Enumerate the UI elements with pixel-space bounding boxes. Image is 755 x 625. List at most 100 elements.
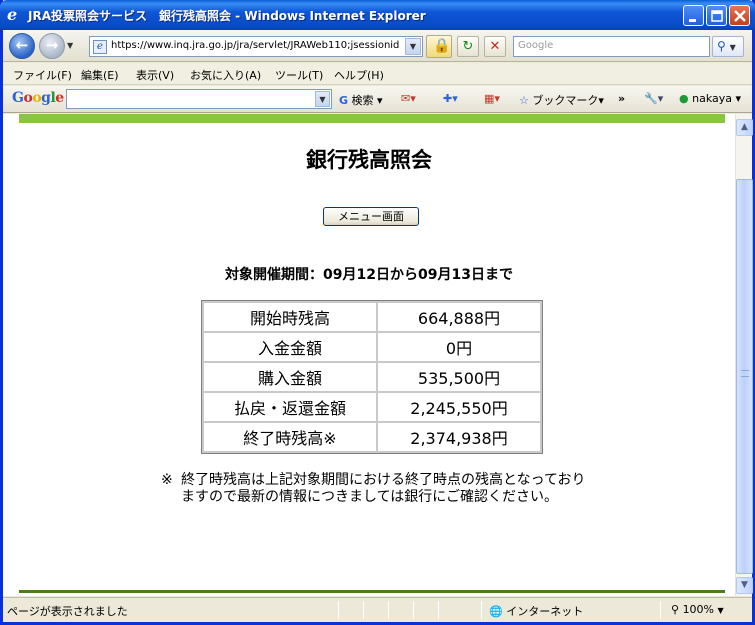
forward-button[interactable]: → bbox=[39, 33, 65, 59]
maximize-button[interactable] bbox=[706, 5, 727, 26]
google-toolbar: Google ▼ G 検索 ▾ ✉▾ ✚▾ ▦▾ ☆ ブックマーク▾ » 🔧▾ … bbox=[3, 86, 752, 113]
settings-wrench-icon[interactable]: 🔧▾ bbox=[644, 92, 663, 105]
more-chevron-icon[interactable]: » bbox=[618, 92, 625, 105]
footnote-text: 終了時残高は上記対象期間における終了時点の残高となっておりますので最新の情報につ… bbox=[181, 472, 586, 505]
table-row: 払戻・返還金額 2,245,550円 bbox=[202, 391, 542, 423]
search-input[interactable]: Google bbox=[513, 36, 710, 57]
row-label: 終了時残高※ bbox=[202, 421, 378, 453]
forward-arrow-icon: → bbox=[45, 36, 59, 54]
menu-favorites[interactable]: お気に入り(A) bbox=[190, 67, 261, 83]
row-label: 払戻・返還金額 bbox=[202, 391, 378, 423]
ie-window: e JRA投票照会サービス 銀行残高照会 - Windows Internet … bbox=[0, 0, 755, 625]
balance-table: 開始時残高 664,888円 入金金額 0円 購入金額 535,500円 払戻・… bbox=[201, 300, 543, 454]
ie-logo-icon: e bbox=[7, 5, 18, 24]
menu-screen-button[interactable]: メニュー画面 bbox=[323, 207, 419, 226]
status-divider bbox=[438, 601, 439, 619]
google-g-icon: G bbox=[339, 94, 349, 107]
google-search-button[interactable]: G 検索 ▾ bbox=[339, 92, 383, 108]
add-button-icon[interactable]: ✚▾ bbox=[443, 92, 458, 105]
title-bar[interactable]: e JRA投票照会サービス 銀行残高照会 - Windows Internet … bbox=[0, 0, 755, 30]
row-value: 2,245,550円 bbox=[376, 391, 542, 423]
row-value: 535,500円 bbox=[376, 361, 542, 393]
search-placeholder: Google bbox=[518, 40, 554, 51]
chevron-down-icon: ▼ bbox=[741, 580, 748, 590]
footnote-mark: ※ bbox=[161, 472, 173, 488]
page-title: 銀行残高照会 bbox=[306, 148, 432, 172]
row-value: 2,374,938円 bbox=[376, 421, 542, 453]
menu-bar: ファイル(F) 編集(E) 表示(V) お気に入り(A) ツール(T) ヘルプ(… bbox=[3, 63, 752, 85]
security-zone[interactable]: 🌐 インターネット bbox=[489, 603, 583, 619]
address-toolbar: ← → ▼ e https://www.inq.jra.go.jp/jra/se… bbox=[3, 30, 752, 62]
status-divider bbox=[363, 601, 364, 619]
search-button[interactable]: ⚲ ▼ bbox=[712, 36, 744, 57]
account-button[interactable]: ● nakaya ▾ bbox=[679, 92, 741, 105]
star-icon: ☆ bbox=[519, 94, 529, 107]
stop-button[interactable]: ✕ bbox=[484, 36, 506, 57]
refresh-button[interactable]: ↻ bbox=[457, 36, 479, 57]
row-value: 664,888円 bbox=[376, 301, 542, 333]
row-label: 入金金額 bbox=[202, 331, 378, 363]
scroll-up-button[interactable]: ▲ bbox=[736, 119, 753, 136]
zoom-dropdown-icon: ▼ bbox=[717, 606, 724, 615]
close-button[interactable] bbox=[729, 5, 750, 26]
stop-icon: ✕ bbox=[489, 39, 501, 54]
scroll-down-button[interactable]: ▼ bbox=[736, 577, 753, 594]
back-arrow-icon: ← bbox=[15, 36, 29, 54]
back-button[interactable]: ← bbox=[9, 33, 35, 59]
row-label: 購入金額 bbox=[202, 361, 378, 393]
refresh-icon: ↻ bbox=[462, 39, 474, 54]
bookmarks-label: ブックマーク bbox=[532, 94, 599, 107]
google-logo[interactable]: Google bbox=[12, 90, 64, 106]
bookmarks-button[interactable]: ☆ ブックマーク▾ bbox=[519, 92, 604, 108]
zoom-level: 100% bbox=[682, 603, 715, 616]
account-name: nakaya bbox=[692, 92, 732, 105]
address-dropdown-icon[interactable]: ▼ bbox=[405, 38, 421, 55]
scroll-grip-icon bbox=[741, 370, 749, 377]
chevron-up-icon: ▲ bbox=[741, 122, 748, 132]
maximize-icon bbox=[711, 10, 723, 22]
zone-label: インターネット bbox=[506, 605, 584, 618]
page-favicon-icon: e bbox=[93, 40, 107, 54]
vertical-scrollbar[interactable]: ▲ ▼ bbox=[735, 114, 753, 596]
address-field[interactable]: e https://www.inq.jra.go.jp/jra/servlet/… bbox=[89, 36, 423, 57]
status-bar: ページが表示されました 🌐 インターネット ⚲ 100% ▼ bbox=[3, 597, 752, 622]
minimize-icon bbox=[689, 19, 696, 22]
window-title: JRA投票照会サービス 銀行残高照会 - Windows Internet Ex… bbox=[28, 9, 426, 23]
search-icon: ⚲ bbox=[717, 39, 726, 53]
menu-tools[interactable]: ツール(T) bbox=[275, 67, 323, 83]
status-divider bbox=[388, 601, 389, 619]
address-url[interactable]: https://www.inq.jra.go.jp/jra/servlet/JR… bbox=[111, 40, 403, 51]
menu-edit[interactable]: 編集(E) bbox=[81, 67, 119, 83]
pagerank-icon[interactable]: ▦▾ bbox=[484, 92, 500, 105]
menu-help[interactable]: ヘルプ(H) bbox=[334, 67, 384, 83]
table-row: 入金金額 0円 bbox=[202, 331, 542, 363]
account-status-icon: ● bbox=[679, 92, 689, 105]
status-divider bbox=[413, 601, 414, 619]
status-divider bbox=[660, 601, 661, 619]
table-row: 購入金額 535,500円 bbox=[202, 361, 542, 393]
search-options-icon: ▼ bbox=[729, 43, 736, 52]
page-content: 銀行残高照会 メニュー画面 対象開催期間：09月12日から09月13日まで 開始… bbox=[3, 114, 735, 596]
zoom-control[interactable]: ⚲ 100% ▼ bbox=[671, 603, 724, 616]
google-search-dropdown-icon[interactable]: ▼ bbox=[315, 91, 330, 107]
globe-icon: 🌐 bbox=[489, 605, 503, 618]
table-row: 開始時残高 664,888円 bbox=[202, 301, 542, 333]
target-period: 対象開催期間：09月12日から09月13日まで bbox=[225, 267, 513, 283]
security-lock-button[interactable]: 🔒 bbox=[426, 35, 452, 58]
footer-band bbox=[19, 590, 725, 593]
row-value: 0円 bbox=[376, 331, 542, 363]
menu-view[interactable]: 表示(V) bbox=[136, 67, 174, 83]
table-row: 終了時残高※ 2,374,938円 bbox=[202, 421, 542, 453]
minimize-button[interactable] bbox=[683, 5, 704, 26]
history-dropdown-icon[interactable]: ▼ bbox=[67, 41, 73, 50]
header-band bbox=[19, 114, 725, 123]
status-divider bbox=[338, 601, 339, 619]
google-search-label: 検索 bbox=[351, 94, 374, 107]
google-search-input[interactable]: ▼ bbox=[66, 89, 332, 109]
close-icon bbox=[734, 10, 746, 22]
zoom-magnifier-icon: ⚲ bbox=[671, 603, 680, 616]
scroll-thumb[interactable] bbox=[736, 179, 753, 574]
menu-file[interactable]: ファイル(F) bbox=[13, 67, 72, 83]
popup-blocker-icon[interactable]: ✉▾ bbox=[401, 92, 416, 105]
status-divider bbox=[481, 601, 482, 619]
